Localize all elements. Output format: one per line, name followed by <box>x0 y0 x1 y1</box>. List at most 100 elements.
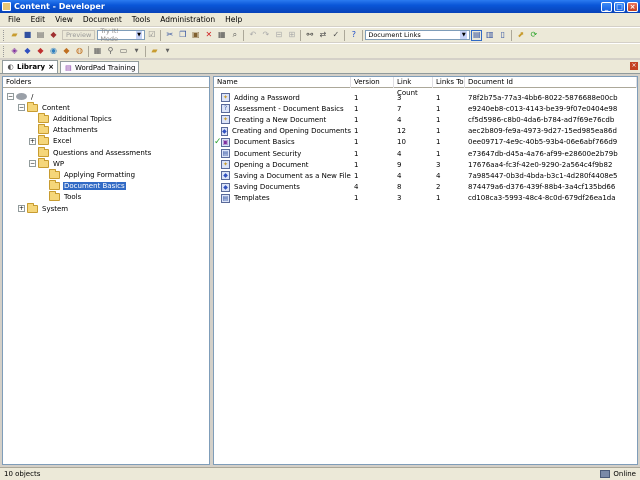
new-topic-icon[interactable]: ◆ <box>35 46 46 57</box>
checklist-icon[interactable]: ☑ <box>146 30 157 41</box>
new-web-page-icon[interactable]: ◉ <box>48 46 59 57</box>
tree-item-document-basics[interactable]: Document Basics <box>40 180 126 192</box>
document-id-cell: cd108ca3-5993-48c4-8c0d-679df26ea1da <box>468 194 616 203</box>
attach-icon[interactable]: ▭ <box>118 46 129 57</box>
tree-item-excel[interactable]: + Excel <box>29 135 73 147</box>
table-row[interactable]: ◆ Creating and Opening Documents 1 12 1 aec2b… <box>214 126 637 137</box>
menu-file[interactable]: File <box>3 15 26 24</box>
link-count-cell: 8 <box>397 183 402 192</box>
app-icon <box>2 2 11 11</box>
binoculars-icon[interactable]: ⚯ <box>304 30 315 41</box>
cut-icon[interactable]: ✂ <box>164 30 175 41</box>
tree-item-root[interactable]: − / <box>7 91 34 102</box>
column-header-name[interactable]: Name <box>214 77 351 88</box>
tree-item-applying-formatting[interactable]: Applying Formatting <box>40 168 136 180</box>
column-header-link-count[interactable]: Link Count <box>394 77 433 97</box>
record-icon[interactable]: ◍ <box>74 46 85 57</box>
toolbar-grip[interactable] <box>3 29 6 41</box>
glossary-icon[interactable]: ▦ <box>92 46 103 57</box>
version-cell: 1 <box>354 93 359 102</box>
table-row[interactable]: ▤ Document Security 1 4 1 e73647db-d45a-4a76-… <box>214 148 637 159</box>
table-row[interactable]: ✦ Opening a Document 1 9 3 17676aa4-fc3f-42e0… <box>214 159 637 170</box>
tree-item-additional-topics[interactable]: Additional Topics <box>29 112 113 124</box>
publish-icon[interactable]: ◆ <box>48 30 59 41</box>
tree-item-system[interactable]: + System <box>18 202 69 214</box>
document-name: Document Security <box>234 149 302 158</box>
find-icon[interactable]: ⌕ <box>229 30 240 41</box>
bulb-icon: ✦ <box>221 115 230 125</box>
tree-item-questions-and-assessments[interactable]: Questions and Assessments <box>29 146 152 158</box>
copy-icon[interactable]: ❐ <box>177 30 188 41</box>
tree-item-tools[interactable]: Tools <box>40 191 82 203</box>
new-module-icon[interactable]: ◈ <box>9 46 20 57</box>
tab-library[interactable]: ◐ Library × <box>2 60 58 73</box>
menu-edit[interactable]: Edit <box>26 15 51 24</box>
close-icon[interactable]: × <box>630 62 638 70</box>
maximize-button[interactable]: □ <box>614 1 625 12</box>
details-view-icon[interactable]: ▤ <box>471 29 483 41</box>
replace-icon[interactable]: ⇄ <box>317 30 328 41</box>
preview-button[interactable]: Preview <box>62 30 96 40</box>
save-icon[interactable]: ■ <box>22 30 33 41</box>
column-header-links-to[interactable]: Links To <box>433 77 465 88</box>
column-header-document-id[interactable]: Document Id <box>465 77 637 88</box>
open-folder-icon[interactable]: ▰ <box>9 30 20 41</box>
view-select[interactable]: Document Links ▼ <box>365 30 471 40</box>
collapse-icon[interactable]: − <box>18 104 25 112</box>
redo-icon[interactable]: ↷ <box>260 30 271 41</box>
print-icon[interactable]: ▤ <box>35 30 46 41</box>
help-icon[interactable]: ? <box>348 30 359 41</box>
menu-tools[interactable]: Tools <box>127 15 155 24</box>
view-select-value: Document Links <box>368 31 421 39</box>
close-icon[interactable]: × <box>48 63 54 71</box>
toolbar-grip[interactable] <box>3 45 6 57</box>
close-button[interactable]: × <box>627 1 638 12</box>
table-row[interactable]: ▤ Templates 1 3 1 cd108ca3-5993-48c4-8c0d-679… <box>214 193 637 204</box>
document-name-cell: ✦ Adding a Password <box>214 93 351 102</box>
menu-view[interactable]: View <box>50 15 78 24</box>
collapse-icon[interactable]: − <box>29 160 36 168</box>
spell-check-icon[interactable]: ✓ <box>330 30 341 41</box>
column-header-version[interactable]: Version <box>351 77 394 88</box>
delete-icon[interactable]: ✕ <box>203 30 214 41</box>
columns-view-icon[interactable]: ▯ <box>497 30 508 41</box>
menu-help[interactable]: Help <box>220 15 247 24</box>
tree-item-content[interactable]: − Content <box>18 101 71 113</box>
refresh-icon[interactable]: ⟳ <box>528 30 539 41</box>
folder-icon <box>38 112 49 123</box>
new-question-icon[interactable]: ◆ <box>61 46 72 57</box>
collapse-icon[interactable]: − <box>7 93 14 100</box>
table-row[interactable]: ◆ Saving a Document as a New File 1 4 4 7a985… <box>214 170 637 181</box>
outline-icon: ▤ <box>65 63 72 72</box>
link-icon[interactable]: ⚲ <box>105 46 116 57</box>
table-row[interactable]: ? Assessment - Document Basics 1 7 1 e9240eb8… <box>214 103 637 114</box>
minimize-button[interactable]: _ <box>601 1 612 12</box>
chevron-down-icon[interactable]: ▼ <box>162 46 173 57</box>
new-section-icon[interactable]: ◆ <box>22 46 33 57</box>
undo-icon[interactable]: ↶ <box>247 30 258 41</box>
status-bar: 10 objects Online <box>0 467 640 480</box>
collapse-icon[interactable]: ⊟ <box>273 30 284 41</box>
split-view-icon[interactable]: ▥ <box>484 30 495 41</box>
menu-document[interactable]: Document <box>78 15 127 24</box>
chevron-down-icon[interactable]: ▼ <box>131 46 142 57</box>
tree-item-attachments[interactable]: Attachments <box>29 124 99 136</box>
tab-wordpad-training[interactable]: ▤ WordPad Training <box>59 61 140 73</box>
tree-item-wp[interactable]: − WP <box>29 157 65 169</box>
paste-icon[interactable]: ▣ <box>190 30 201 41</box>
table-row[interactable]: ✓ ▣ Document Basics 1 10 1 0ee09717-4e9c-40b5-… <box>214 137 637 148</box>
role-icon[interactable]: ▰ <box>149 46 160 57</box>
expand-icon[interactable]: + <box>29 137 36 145</box>
table-row[interactable]: ◆ Saving Documents 4 8 2 874479a6-d376-439f-8… <box>214 182 637 193</box>
folder-icon <box>49 191 60 202</box>
try-it-mode-select[interactable]: Try It! Mode ▼ <box>97 27 146 43</box>
check-in-icon[interactable]: ⬈ <box>515 30 526 41</box>
properties-icon[interactable]: ▦ <box>216 30 227 41</box>
expand-icon[interactable]: + <box>18 205 25 212</box>
expand-icon[interactable]: ⊞ <box>286 30 297 41</box>
table-row[interactable]: ✦ Creating a New Document 1 4 1 cf5d5986-c8b0… <box>214 114 637 125</box>
menu-administration[interactable]: Administration <box>155 15 220 24</box>
table-row[interactable]: ✦ Adding a Password 1 3 1 78f2b75a-77a3-4bb6-… <box>214 92 637 103</box>
link-count-cell: 12 <box>397 127 406 136</box>
toolbar-separator <box>243 29 245 41</box>
